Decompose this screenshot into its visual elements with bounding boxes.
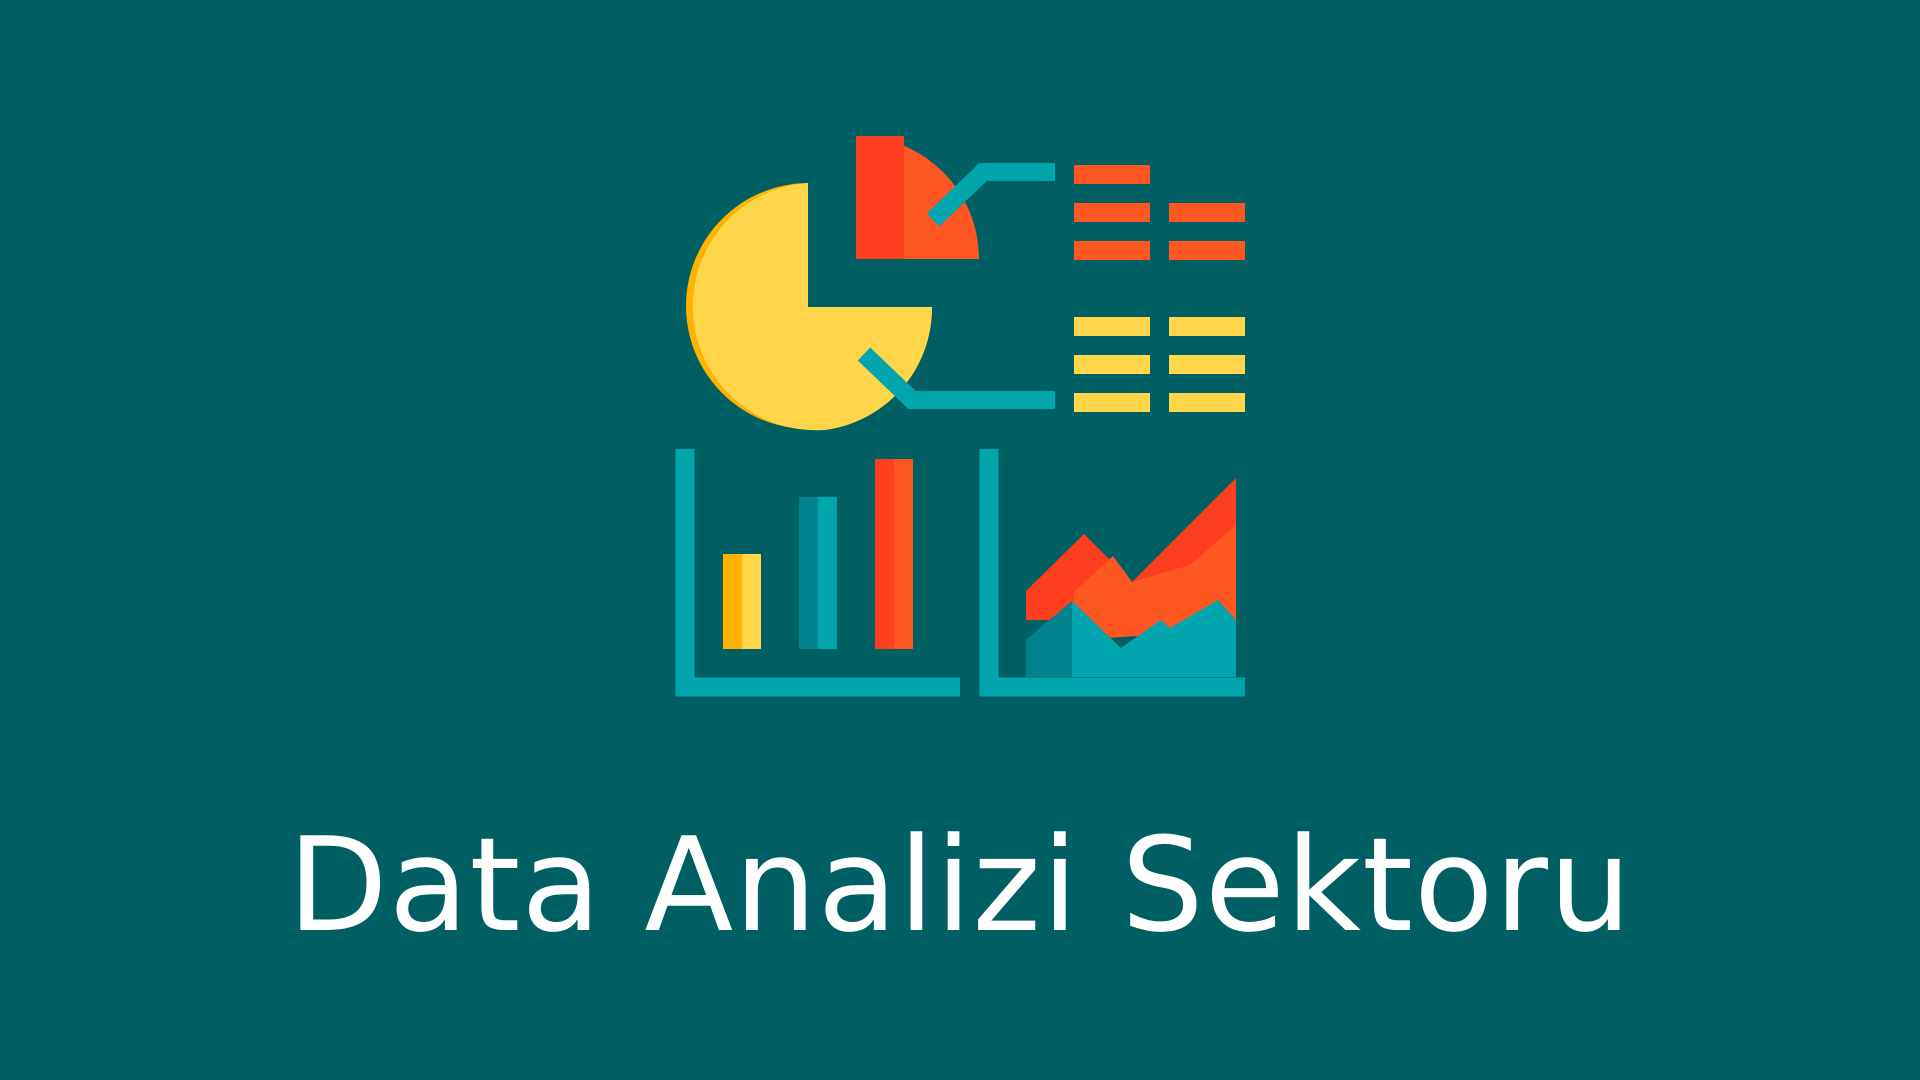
legend-stripes-yellow xyxy=(1074,317,1245,412)
bar-chart-icon xyxy=(675,449,960,697)
page-title: Data Analizi Sektoru xyxy=(287,809,1633,961)
legend-stripes-orange xyxy=(1074,165,1245,260)
area-chart-icon xyxy=(979,449,1245,697)
